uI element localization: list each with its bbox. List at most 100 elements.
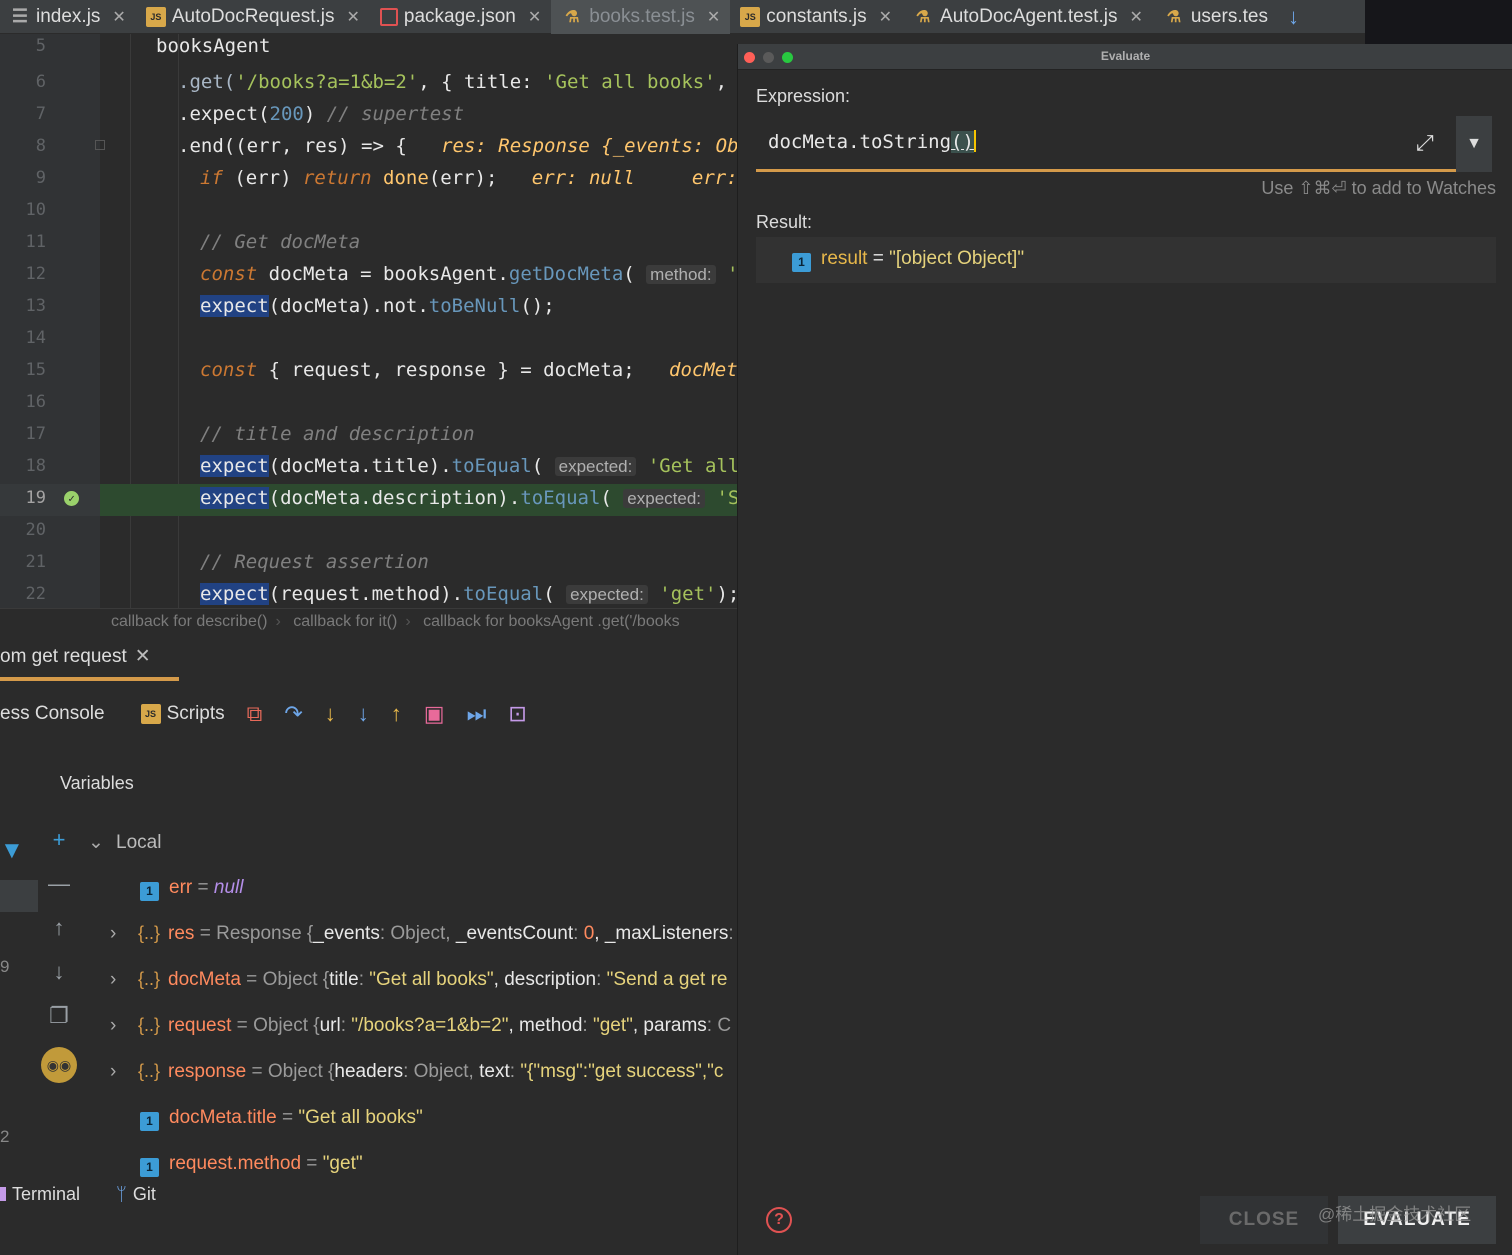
line-number[interactable]: 22 [0,580,100,608]
close-icon[interactable]: ✕ [707,7,720,27]
step-out-icon[interactable]: ↑ [391,701,402,727]
expand-icon[interactable]: ⤢ [1416,130,1434,156]
variable-row[interactable]: › {..} docMeta = Object {title: "Get all b… [110,969,727,1001]
tab-autodocrequest-js[interactable]: JS AutoDocRequest.js ✕ [136,0,370,34]
line-number[interactable]: 20 [0,516,100,548]
tab-books-test-js[interactable]: ⚗ books.test.js ✕ [551,0,731,34]
variable-row[interactable]: 1 err = null [140,877,243,909]
process-console-tab[interactable]: ess Console [0,703,105,725]
line-number[interactable]: 18 [0,452,100,484]
close-icon[interactable]: ✕ [1129,7,1142,27]
code-line[interactable]: const docMeta = booksAgent.getDocMeta( m… [100,260,737,292]
run-to-cursor-icon[interactable]: ⏭ [467,701,487,727]
line-number[interactable]: 8 [0,132,105,164]
line-number[interactable]: 17 [0,420,100,452]
breadcrumb-item[interactable]: callback for it() [293,613,397,630]
variable-row[interactable]: › {..} request = Object {url: "/books?a=1&… [110,1015,731,1047]
close-icon[interactable]: ✕ [112,7,125,27]
close-icon[interactable]: ✕ [135,646,151,667]
arrow-up-icon[interactable]: ↑ [40,915,78,959]
line-number[interactable]: 7 [0,100,100,132]
code-line[interactable]: expect(docMeta).not.toBeNull(); [100,292,737,324]
step-into-icon[interactable]: ↓ [325,701,336,727]
frames-icon[interactable]: ⧉ [247,701,263,727]
local-scope-node[interactable]: ⌄ Local [88,831,161,863]
line-number[interactable]: 12 [0,260,100,292]
chevron-right-icon[interactable]: › [110,969,138,991]
expression-input[interactable]: docMeta.toString() ⤢ ▼ [756,116,1492,172]
line-number[interactable]: 5 [0,34,100,64]
code-line[interactable]: // Request assertion [100,548,737,580]
debug-toolbar: ess Console JS Scripts ⧉ ↷ ↓ ↓ ↑ ▣ ⏭ ⊡ [0,697,549,731]
close-icon[interactable]: ✕ [346,7,359,27]
evaluate-expression-icon[interactable]: ⊡ [508,701,526,727]
git-tab[interactable]: ᛘ Git [116,1184,156,1205]
code-line[interactable]: // Get docMeta [100,228,737,260]
drop-frame-icon[interactable]: ▣ [424,701,445,727]
variable-type: Object { [267,1061,335,1082]
code-line[interactable]: booksAgent [100,34,737,64]
variable-row[interactable]: › {..} res = Response {_events: Object, _e… [110,923,750,955]
debug-session-tab[interactable]: om get request ✕ [0,645,179,681]
close-icon[interactable]: ✕ [879,7,892,27]
variable-row[interactable]: › {..} response = Object {headers: Object,… [110,1061,723,1093]
tab-autodocagent-test-js[interactable]: ⚗ AutoDocAgent.test.js ✕ [902,0,1153,34]
chevron-right-icon[interactable]: › [110,1061,138,1083]
property-key: , description [493,969,597,990]
filter-icon[interactable]: ▼ [0,837,24,865]
code-line[interactable]: if (err) return done(err); err: null err… [100,164,737,196]
line-number[interactable]: 13 [0,292,100,324]
arrow-down-icon[interactable]: ↓ [1278,4,1309,30]
tab-constants-js[interactable]: JS constants.js ✕ [730,0,902,34]
line-number[interactable]: 21 [0,548,100,580]
line-number[interactable]: 6 [0,68,100,100]
close-icon[interactable]: ✕ [528,7,541,27]
remove-watch-icon[interactable]: — [40,871,78,915]
line-number[interactable]: 9 [0,164,100,196]
code-line[interactable]: // title and description [100,420,737,452]
property-value: Object, [413,1061,480,1082]
add-watch-icon[interactable]: + [40,827,78,871]
line-number[interactable]: 11 [0,228,100,260]
result-row[interactable]: 1 result = "[object Object]" [756,237,1496,283]
current-code-line[interactable]: expect(docMeta.description).toEqual( exp… [100,484,737,516]
chevron-right-icon[interactable]: › [110,923,138,945]
expression-text[interactable]: docMeta.toString() [768,130,976,153]
tab-users-test-js[interactable]: ⚗ users.tes [1153,0,1278,34]
close-button[interactable]: CLOSE [1200,1196,1328,1244]
code-line[interactable]: expect(request.method).toEqual( expected… [100,580,737,608]
scripts-tab[interactable]: JS Scripts [140,703,225,725]
chevron-down-icon[interactable]: ⌄ [88,831,116,854]
property-value: "{"msg":"get success","c [520,1061,724,1082]
code-line[interactable]: .expect(200) // supertest [100,100,737,132]
tab-package-json[interactable]: package.json ✕ [370,0,551,34]
code-line[interactable]: const { request, response } = docMeta; d… [100,356,737,388]
watch-row[interactable]: 1 docMeta.title = "Get all books" [140,1107,423,1139]
dialog-title-bar[interactable]: Evaluate [738,44,1512,70]
line-number[interactable]: 14 [0,324,100,356]
step-over-icon[interactable]: ↷ [284,701,302,727]
history-dropdown-button[interactable]: ▼ [1456,116,1492,172]
current-line-number[interactable]: 19 ✓ [0,484,100,516]
line-number[interactable]: 15 [0,356,100,388]
tab-index-js[interactable]: ☰ index.js ✕ [0,0,136,34]
chevron-right-icon[interactable]: › [110,1015,138,1037]
variable-name: docMeta [168,969,241,990]
code-line[interactable]: .end((err, res) => { res: Response {_eve… [100,132,737,164]
terminal-tab[interactable]: Terminal [0,1184,80,1205]
selected-frame[interactable] [0,880,38,912]
line-number[interactable]: 16 [0,388,100,420]
code-line[interactable]: expect(docMeta.title).toEqual( expected:… [100,452,737,484]
line-number[interactable]: 10 [0,196,100,228]
arrow-down-icon[interactable]: ↓ [40,959,78,1003]
breakpoint-check-icon[interactable]: ✓ [64,491,79,506]
copy-icon[interactable]: ❐ [40,1003,78,1047]
code-editor[interactable]: 5 6 7 8 9 10 11 12 13 14 15 16 17 18 19 ✓… [0,34,737,608]
breadcrumb-item[interactable]: callback for describe() [111,613,268,630]
avatar[interactable]: ◉◉ [41,1047,77,1083]
breadcrumb-item[interactable]: callback for booksAgent .get('/books [423,613,680,630]
force-step-into-icon[interactable]: ↓ [358,701,369,727]
help-icon[interactable]: ? [766,1207,792,1233]
code-line[interactable]: .get('/books?a=1&b=2', { title: 'Get all… [100,68,737,100]
watches-hint: Use ⇧⌘⏎ to add to Watches [1261,178,1496,198]
